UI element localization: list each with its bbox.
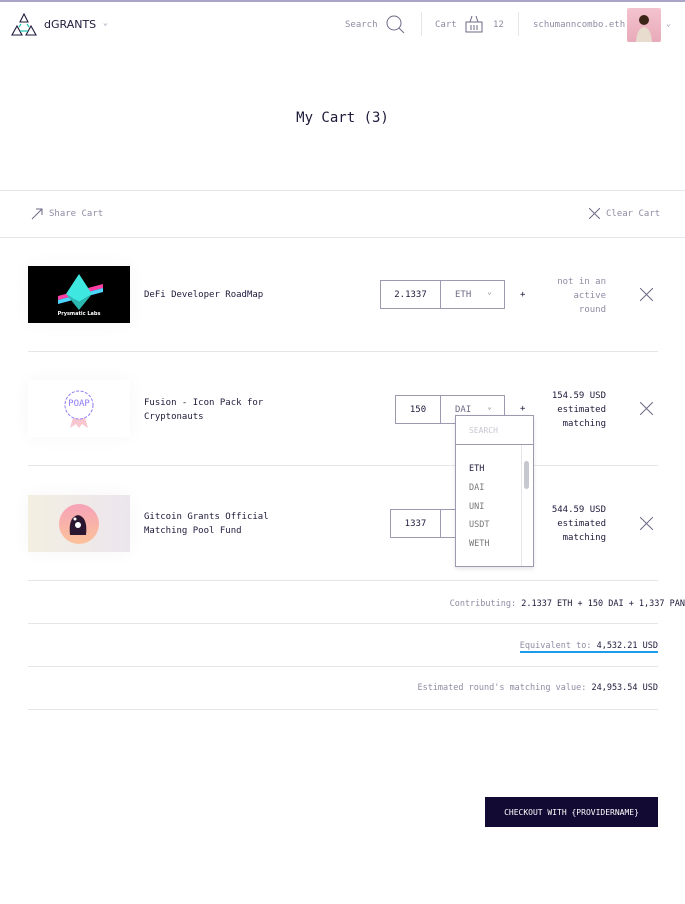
remove-item-icon[interactable] [639,287,654,304]
summary-label: Estimated round's matching value: [417,683,587,693]
contributing-summary: Contributing: 2.1337 ETH + 150 DAI + 1,3… [450,599,685,609]
chevron-down-icon[interactable]: ⌄ [103,18,108,27]
currency-option-eth[interactable]: ETH [469,464,484,474]
equivalent-summary: Equivalent to: 4,532.21 USD [519,641,658,653]
clear-cart-button[interactable]: Clear Cart [606,209,660,219]
grant-thumbnail[interactable]: POAP [28,380,130,437]
grant-name[interactable]: Fusion - Icon Pack for Cryptonauts [144,396,274,424]
scrollbar-track [521,445,522,566]
top-accent-line [0,0,685,2]
divider [28,709,658,710]
divider [421,12,422,36]
match-status: not in an active round [516,275,606,317]
cart-count: 12 [493,20,504,30]
thumb-caption: POAP [68,399,90,409]
status-line: 154.59 USD [551,391,606,401]
grant-name[interactable]: Gitcoin Grants Official Matching Pool Fu… [144,510,274,538]
divider [0,237,685,238]
divider [28,666,658,667]
search-placeholder: SEARCH [469,426,498,435]
divider [518,12,519,36]
remove-item-icon[interactable] [639,401,654,418]
currency-select[interactable]: ETH ⌄ [441,281,504,308]
username[interactable]: schumanncombo.eth [533,20,625,30]
chevron-down-icon: ⌄ [487,402,492,411]
basket-icon[interactable] [464,14,484,37]
search-icon[interactable] [385,14,405,37]
divider [28,465,658,466]
currency-value: ETH [455,289,472,300]
share-icon[interactable] [31,208,43,223]
share-cart-button[interactable]: Share Cart [49,209,103,219]
close-icon[interactable] [588,207,601,222]
divider [28,351,658,352]
app-name[interactable]: dGRANTS [44,18,96,31]
cart-label[interactable]: Cart [435,20,457,30]
thumb-caption: Prysmatic Labs [57,311,101,317]
scrollbar-thumb[interactable] [524,461,529,489]
grant-thumbnail[interactable]: Prysmatic Labs [28,266,130,323]
summary-value: 2.1337 ETH + 150 DAI + 1,337 PAN [521,599,685,609]
amount-input[interactable]: 2.1337 [381,281,441,308]
status-line: active [573,291,606,301]
divider [28,623,658,624]
summary-label: Contributing: [449,599,517,609]
amount-input[interactable]: 1337 [391,510,441,537]
divider [28,580,658,581]
contribution-input-group: 2.1337 ETH ⌄ [380,280,505,309]
status-line: not in an [557,277,606,287]
currency-search-input[interactable]: SEARCH [456,416,533,445]
page-title: My Cart (3) [296,110,389,126]
summary-value: 4,532.21 USD [596,641,658,651]
currency-value: DAI [455,404,472,415]
summary-label: Equivalent to: [519,641,592,651]
amount-input[interactable]: 150 [396,396,441,423]
currency-option-weth[interactable]: WETH [469,539,489,549]
search-label[interactable]: Search [345,20,378,30]
avatar[interactable] [627,8,661,42]
summary-value: 24,953.54 USD [591,683,658,693]
currency-dropdown: SEARCH ETH DAI UNI USDT WETH [455,415,534,567]
chevron-down-icon[interactable]: ⌄ [666,19,671,28]
currency-option-usdt[interactable]: USDT [469,520,489,530]
status-line: round [578,305,606,315]
remove-item-icon[interactable] [639,516,654,533]
divider [0,190,685,191]
grant-thumbnail[interactable] [28,495,130,552]
chevron-down-icon: ⌄ [487,287,492,296]
grant-name[interactable]: DeFi Developer RoadMap [144,288,274,302]
dgrants-logo-icon[interactable] [10,12,38,38]
currency-option-uni[interactable]: UNI [469,502,484,512]
currency-option-dai[interactable]: DAI [469,483,484,493]
matching-summary: Estimated round's matching value: 24,953… [417,683,658,693]
checkout-button[interactable]: CHECKOUT WITH {PROVIDERNAME} [485,797,658,827]
